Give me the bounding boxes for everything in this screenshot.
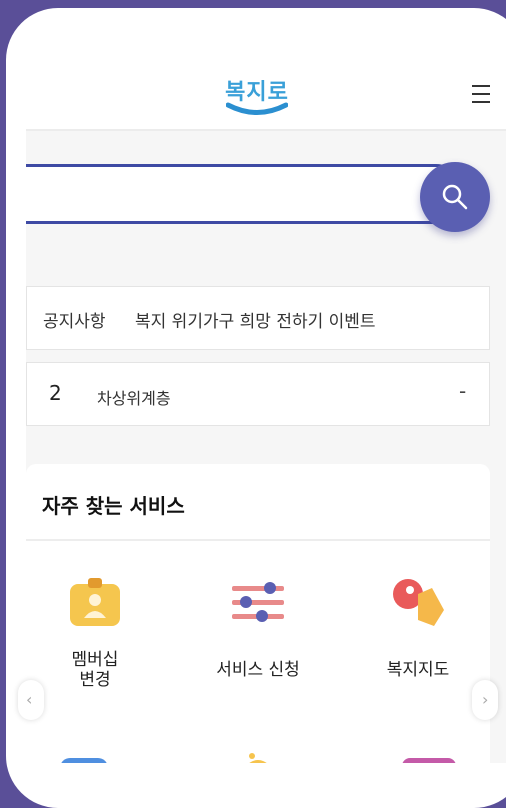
section-title: 자주 찾는 서비스: [42, 494, 185, 518]
search-input[interactable]: [26, 164, 466, 224]
home-logo[interactable]: 복지로: [222, 74, 292, 124]
phone-notch: [126, 26, 380, 62]
rank-keyword[interactable]: 차상위계층: [97, 385, 171, 409]
chat-bubble-icon[interactable]: [60, 754, 110, 763]
rank-number: 2: [49, 381, 62, 405]
sliders-icon: [232, 582, 284, 622]
wallet-icon[interactable]: [402, 754, 456, 763]
service-label: 서비스 신청: [216, 660, 300, 680]
id-badge-icon: [70, 578, 120, 626]
carousel-prev-button[interactable]: ‹: [18, 680, 44, 720]
service-label: 복지지도: [386, 660, 450, 680]
divider: [26, 539, 490, 541]
carousel-next-button[interactable]: ›: [472, 680, 498, 720]
rank-change: -: [459, 379, 467, 403]
notice-label: 공지사항: [43, 312, 106, 332]
search-button[interactable]: [420, 162, 490, 232]
app-screen: 복지로 공지사항 복지 위기가구 희망 전하기 이벤트 2 차상위계층 - 자주…: [26, 26, 506, 763]
notice-text[interactable]: 복지 위기가구 희망 전하기 이벤트: [135, 307, 376, 332]
chevron-left-icon: ‹: [26, 690, 33, 709]
popular-keyword-row[interactable]: 2 차상위계층 -: [26, 362, 490, 426]
chevron-right-icon: ›: [482, 690, 489, 709]
hamburger-menu-icon[interactable]: [472, 82, 492, 106]
service-apply[interactable]: 서비스 신청: [183, 574, 333, 694]
bulb-icon[interactable]: [226, 750, 290, 763]
service-membership-change[interactable]: 멤버십 변경: [26, 574, 170, 694]
search-icon: [442, 184, 468, 210]
map-pointer-icon: [393, 579, 444, 626]
service-welfare-map[interactable]: 복지지도: [343, 574, 493, 694]
service-label: 멤버십 변경: [26, 650, 170, 690]
service-label-line1: 멤버십: [71, 650, 119, 670]
notice-banner[interactable]: 공지사항 복지 위기가구 희망 전하기 이벤트: [26, 286, 490, 350]
service-label-line2: 변경: [79, 670, 111, 690]
frequent-services-section: 자주 찾는 서비스 멤버십 변경 서비스 신청 복지지도: [26, 464, 490, 763]
search-bar: [26, 162, 490, 232]
smile-icon: [226, 102, 288, 115]
